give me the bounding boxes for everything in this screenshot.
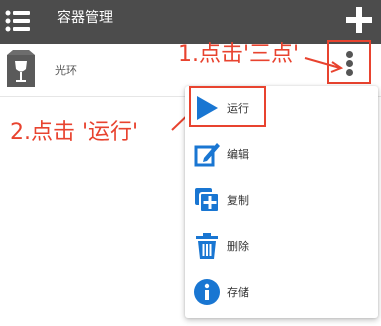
menu-item-label: 存储 (227, 286, 249, 299)
menu-item-delete[interactable]: 删除 (185, 224, 378, 270)
edit-icon (194, 143, 220, 167)
dot (346, 60, 353, 67)
menu-item-copy[interactable]: 复制 (185, 178, 378, 224)
menu-item-label: 编辑 (227, 148, 249, 161)
play-icon (197, 96, 218, 120)
menu-item-storage[interactable]: 存储 (185, 270, 378, 316)
hamburger-menu-icon[interactable] (5, 8, 31, 34)
menu-item-edit[interactable]: 编辑 (185, 132, 378, 178)
menu-item-run[interactable]: 运行 (185, 86, 378, 132)
plus-icon[interactable] (344, 5, 374, 35)
page-title: 容器管理 (57, 10, 113, 26)
top-bar: 容器管理 (0, 0, 381, 44)
container-name: 光环 (55, 64, 77, 77)
menu-item-label: 运行 (227, 102, 249, 115)
annotation-step-2: 2.点击 '运行' (10, 120, 139, 145)
copy-icon (195, 188, 220, 213)
dot (346, 69, 353, 76)
wine-glass-box-icon (7, 50, 35, 87)
menu-item-label: 复制 (227, 194, 249, 207)
annotation-step-1: 1.点击'三点' (178, 42, 300, 67)
context-menu: 运行 编辑 复制 删除 存储 (185, 86, 378, 318)
info-icon (194, 279, 220, 305)
menu-item-label: 删除 (227, 240, 249, 253)
three-dots-vertical-icon (346, 51, 353, 58)
more-options-button[interactable] (327, 40, 371, 84)
trash-icon (196, 233, 218, 259)
